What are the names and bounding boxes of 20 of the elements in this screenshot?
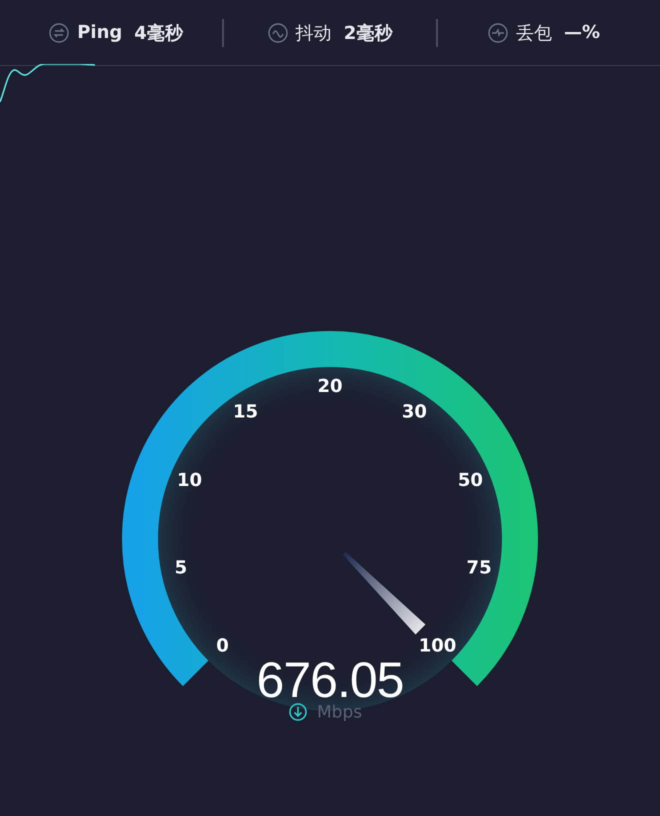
scale-label: 100	[418, 635, 456, 656]
wave-icon	[268, 22, 288, 42]
download-icon	[289, 703, 307, 721]
metric-value: —%	[564, 22, 600, 43]
scale-label: 10	[177, 470, 202, 491]
metric-label: 抖动	[296, 22, 332, 44]
ping-icon	[49, 22, 70, 42]
scale-label: 5	[174, 558, 188, 579]
metric-label: Ping	[77, 22, 122, 43]
metric-value: 4毫秒	[134, 22, 183, 44]
unit-label: Mbps	[317, 702, 362, 723]
metric-label: 丢包	[516, 22, 552, 44]
scale-label: 30	[402, 402, 427, 423]
scale-label: 75	[466, 558, 492, 579]
metric-value: 2毫秒	[344, 22, 392, 44]
scale-label: 50	[458, 470, 483, 491]
scale-label: 15	[233, 402, 258, 423]
scale-label: 20	[317, 376, 343, 397]
pulse-icon	[488, 22, 508, 42]
scale-label: 0	[216, 635, 229, 656]
